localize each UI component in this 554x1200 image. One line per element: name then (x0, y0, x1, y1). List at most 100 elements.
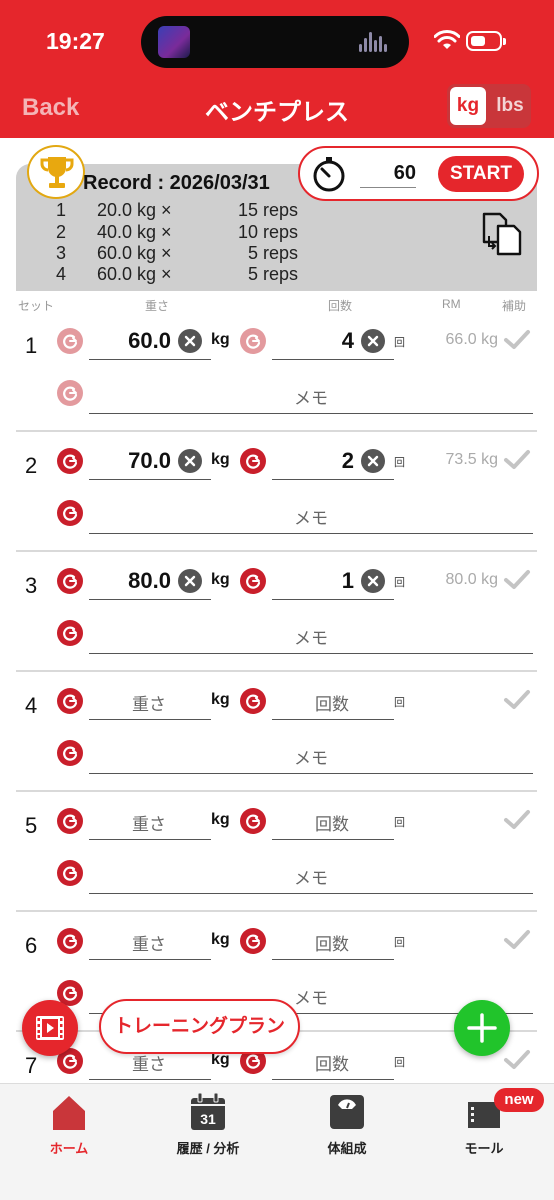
weight-field[interactable]: 重さ (89, 922, 211, 960)
reps-placeholder: 回数 (315, 815, 349, 834)
reps-unit: 回 (394, 697, 405, 709)
add-set-button[interactable] (454, 1000, 510, 1056)
clear-weight-button[interactable] (178, 569, 202, 593)
audio-wave-icon (359, 32, 389, 52)
clear-reps-button[interactable] (361, 449, 385, 473)
copy-weight-button[interactable] (57, 808, 83, 834)
rest-timer: 60 START (298, 146, 539, 201)
weight-field[interactable]: 重さ (89, 802, 211, 840)
new-badge: new (494, 1088, 544, 1112)
reps-field[interactable]: 回数 (272, 682, 394, 720)
unit-lbs-option[interactable]: lbs (491, 84, 529, 128)
reps-unit: 回 (394, 337, 405, 349)
assist-check-icon[interactable] (503, 689, 531, 716)
set-number: 2 (25, 453, 38, 478)
weight-unit: kg (211, 811, 230, 828)
copy-reps-button[interactable] (240, 568, 266, 594)
training-plan-button[interactable]: トレーニングプラン (99, 999, 300, 1054)
copy-memo-button[interactable] (57, 500, 83, 526)
reps-field[interactable]: 2 (272, 442, 394, 480)
wifi-icon (434, 30, 460, 49)
timer-seconds-input[interactable]: 60 (360, 162, 416, 188)
copy-weight-button[interactable] (57, 928, 83, 954)
tab-body-composition[interactable]: 体組成 (282, 1092, 412, 1157)
column-header-rm: RM (442, 297, 461, 311)
copy-icon[interactable] (480, 212, 524, 256)
reps-placeholder: 回数 (315, 935, 349, 954)
now-playing-artwork (158, 26, 190, 58)
clear-reps-button[interactable] (361, 569, 385, 593)
timer-start-button[interactable]: START (438, 156, 524, 192)
weight-field[interactable]: 70.0 (89, 442, 211, 480)
reps-field[interactable]: 1 (272, 562, 394, 600)
reps-unit: 回 (394, 577, 405, 589)
tab-label: ホーム (49, 1141, 89, 1156)
clear-weight-button[interactable] (178, 329, 202, 353)
record-row: 2 40.0 kg × 10 reps (0, 222, 330, 244)
copy-memo-button[interactable] (57, 860, 83, 886)
dynamic-island (141, 16, 409, 68)
copy-reps-button[interactable] (240, 928, 266, 954)
video-button[interactable] (22, 1000, 78, 1056)
reps-value: 1 (341, 568, 354, 593)
copy-reps-button[interactable] (240, 688, 266, 714)
weight-unit: kg (211, 571, 230, 588)
memo-field[interactable]: メモ (89, 494, 533, 534)
memo-field[interactable]: メモ (89, 854, 533, 894)
reps-value: 2 (341, 448, 354, 473)
weight-field[interactable]: 重さ (89, 682, 211, 720)
reps-placeholder: 回数 (315, 695, 349, 714)
clear-weight-button[interactable] (178, 449, 202, 473)
unit-toggle[interactable]: kg lbs (447, 84, 531, 128)
copy-weight-button[interactable] (57, 328, 83, 354)
assist-check-icon[interactable] (503, 569, 531, 596)
reps-field[interactable]: 回数 (272, 922, 394, 960)
tab-history[interactable]: 31 履歴 / 分析 (143, 1092, 273, 1157)
assist-check-icon[interactable] (503, 929, 531, 956)
memo-field[interactable]: メモ (89, 734, 533, 774)
assist-check-icon[interactable] (503, 449, 531, 476)
record-reps: 5 reps (247, 264, 298, 284)
copy-weight-button[interactable] (57, 448, 83, 474)
weight-field[interactable]: 80.0 (89, 562, 211, 600)
copy-memo-button[interactable] (57, 620, 83, 646)
reps-unit: 回 (394, 937, 405, 949)
copy-reps-button[interactable] (240, 808, 266, 834)
weight-placeholder: 重さ (132, 695, 166, 714)
assist-check-icon[interactable] (503, 809, 531, 836)
record-reps: 5 reps (247, 243, 298, 263)
memo-placeholder: メモ (294, 389, 328, 408)
record-weight: 60.0 kg × (97, 243, 172, 263)
weight-unit: kg (211, 931, 230, 948)
memo-field[interactable]: メモ (89, 374, 533, 414)
unit-kg-option[interactable]: kg (450, 87, 486, 125)
reps-placeholder: 回数 (315, 1055, 349, 1074)
tab-home[interactable]: ホーム (4, 1092, 134, 1157)
weight-value: 80.0 (128, 568, 171, 593)
set-row: 5 重さ kg 回数 回メモ (16, 792, 537, 912)
reps-field[interactable]: 回数 (272, 802, 394, 840)
tab-bar: ホーム 31 履歴 / 分析 体組成 モール (0, 1083, 554, 1200)
reps-field[interactable]: 4 (272, 322, 394, 360)
weight-placeholder: 重さ (132, 935, 166, 954)
copy-memo-button[interactable] (57, 740, 83, 766)
assist-check-icon[interactable] (503, 1049, 531, 1076)
set-number: 3 (25, 573, 38, 598)
clear-reps-button[interactable] (361, 329, 385, 353)
stopwatch-icon (313, 157, 345, 192)
memo-field[interactable]: メモ (89, 614, 533, 654)
record-weight: 20.0 kg × (97, 200, 172, 220)
rm-value: 66.0 kg (445, 331, 498, 348)
calendar-icon: 31 (189, 1092, 227, 1132)
reps-field[interactable]: 回数 (272, 1042, 394, 1080)
copy-reps-button[interactable] (240, 328, 266, 354)
copy-reps-button[interactable] (240, 448, 266, 474)
assist-check-icon[interactable] (503, 329, 531, 356)
copy-memo-button[interactable] (57, 380, 83, 406)
rm-value: 73.5 kg (445, 451, 498, 468)
tab-label: 履歴 / 分析 (176, 1141, 240, 1156)
weight-unit: kg (211, 691, 230, 708)
copy-weight-button[interactable] (57, 568, 83, 594)
weight-field[interactable]: 60.0 (89, 322, 211, 360)
copy-weight-button[interactable] (57, 688, 83, 714)
